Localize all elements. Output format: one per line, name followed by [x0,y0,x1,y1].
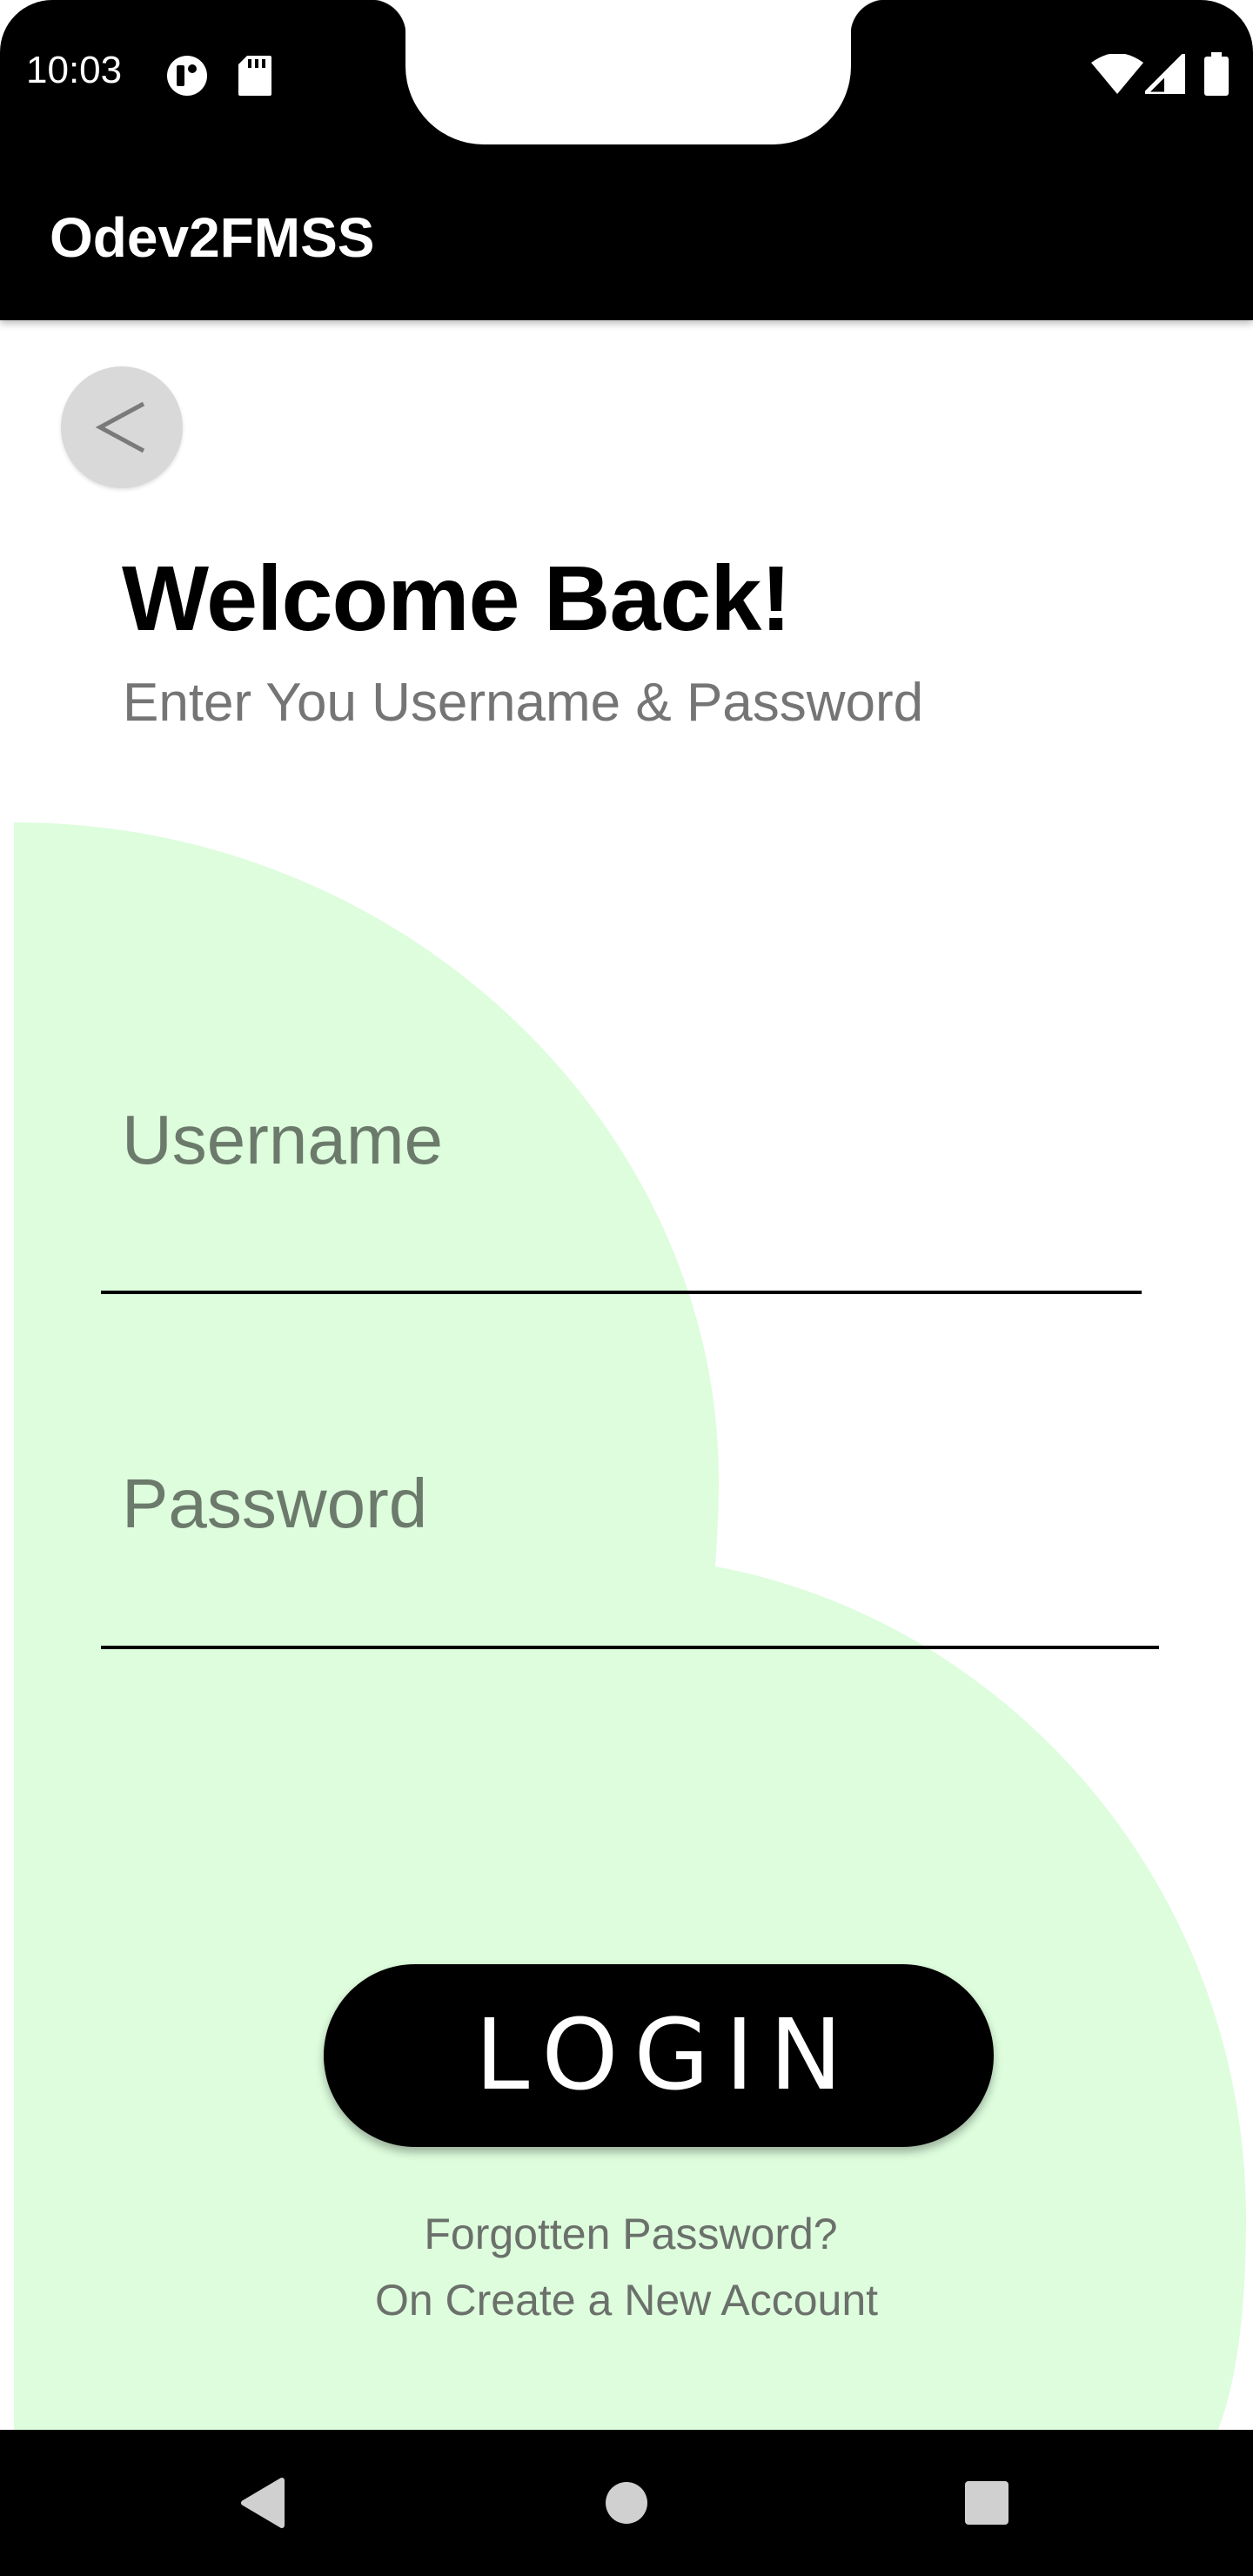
nav-back-icon [241,2478,285,2528]
screen-corner-right [1201,0,1253,52]
username-field-container [122,1092,1140,1188]
username-input[interactable] [122,1092,1140,1188]
display-notch [371,0,886,144]
cellular-signal-icon [1139,48,1188,98]
page-title: Welcome Back! [122,547,792,650]
login-screen: 10:03 Odev2FMSS Welcome Back! Enter You … [0,0,1253,2576]
screen-corner-left [0,0,52,52]
password-input[interactable] [122,1456,1149,1552]
app-bar: Odev2FMSS [0,146,1253,320]
back-button[interactable] [61,366,183,488]
username-underline [101,1291,1142,1294]
page-subtitle: Enter You Username & Password [123,673,924,733]
nav-home-button[interactable] [566,2430,687,2576]
navigation-bar [0,2430,1253,2576]
background-blob [14,822,1246,2430]
nav-recents-button[interactable] [926,2430,1048,2576]
app-title: Odev2FMSS [50,206,375,269]
create-account-link[interactable]: On Create a New Account [0,2275,1253,2325]
status-time: 10:03 [26,49,123,91]
password-underline [101,1646,1159,1649]
nav-back-button[interactable] [202,2430,324,2576]
battery-icon [1204,52,1229,100]
sd-card-icon [238,56,271,100]
password-field-container [122,1456,1149,1552]
notification-icon [165,54,209,102]
nav-recents-icon [965,2481,1008,2525]
login-button[interactable]: LOGIN [324,1964,994,2147]
chevron-left-icon [95,401,145,453]
forgot-password-link[interactable]: Forgotten Password? [0,2209,1253,2259]
wifi-icon [1091,53,1143,98]
nav-home-icon [606,2482,647,2524]
